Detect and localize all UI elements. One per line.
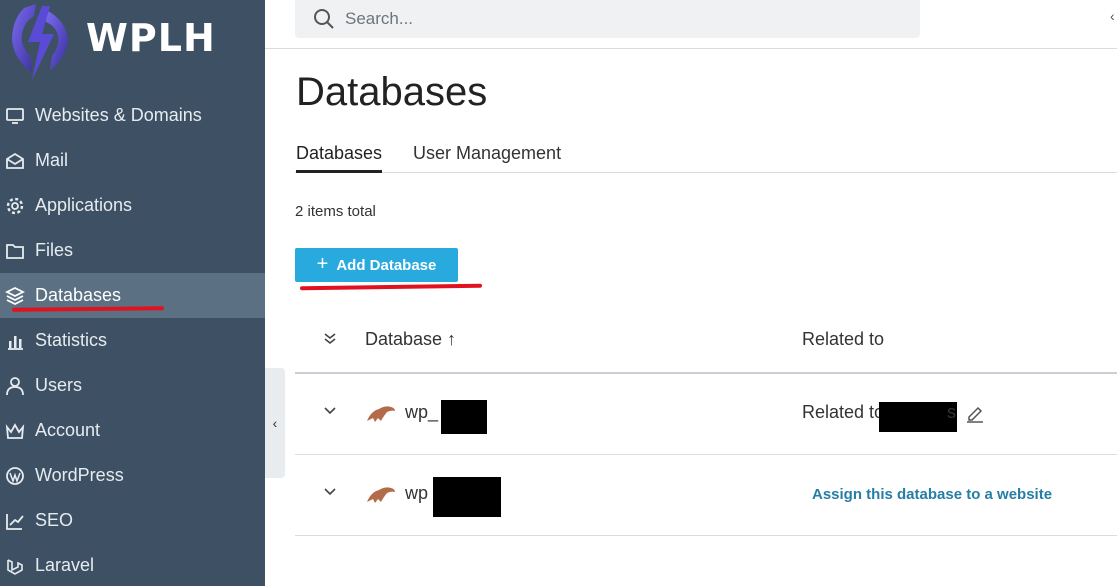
sidebar-item-label: SEO xyxy=(35,510,74,530)
sidebar-collapse-button[interactable]: ‹ xyxy=(265,368,285,478)
sidebar-item-label: Websites & Domains xyxy=(35,105,202,125)
sidebar-item-label: Users xyxy=(35,375,83,395)
layers-icon xyxy=(5,286,25,306)
brand-logo[interactable]: WPLH xyxy=(6,0,256,86)
brand-name: WPLH xyxy=(86,16,216,60)
tab-user-management[interactable]: User Management xyxy=(413,143,561,170)
bar-chart-icon xyxy=(5,331,25,351)
mariadb-seal-icon xyxy=(367,487,395,503)
table-row: wp Assign this database to a website xyxy=(295,455,1117,536)
crown-icon xyxy=(5,421,25,441)
chevron-left-icon: ‹ xyxy=(272,415,278,431)
chevron-down-icon[interactable] xyxy=(323,404,337,418)
tab-databases[interactable]: Databases xyxy=(296,143,383,173)
redaction-mark xyxy=(879,402,957,432)
column-header-database[interactable]: Database ↑ xyxy=(365,329,456,350)
gear-icon xyxy=(5,196,25,216)
search-placeholder: Search... xyxy=(345,9,414,28)
monitor-icon xyxy=(5,106,25,126)
table-header: Database ↑ Related to xyxy=(295,310,1117,374)
sidebar-item-label: Mail xyxy=(35,150,69,170)
expand-all-icon[interactable] xyxy=(323,332,337,346)
tab-bar: Databases User Management xyxy=(295,143,1117,173)
sidebar-item-label: WordPress xyxy=(35,465,124,485)
sidebar-item-label: Account xyxy=(35,420,101,440)
seo-icon xyxy=(5,511,25,531)
sidebar-item-wordpress[interactable]: WordPress xyxy=(0,453,265,498)
plus-icon: + xyxy=(316,252,329,275)
mariadb-seal-icon xyxy=(367,406,395,422)
related-to-text: Related to xyxy=(802,402,885,422)
add-database-label: Add Database xyxy=(336,256,437,274)
sidebar-item-users[interactable]: Users xyxy=(0,363,265,408)
sidebar-item-label: Applications xyxy=(35,195,133,215)
redaction-mark xyxy=(433,477,501,517)
sidebar-item-account[interactable]: Account xyxy=(0,408,265,453)
chevron-down-icon[interactable] xyxy=(323,485,337,499)
sidebar-item-statistics[interactable]: Statistics xyxy=(0,318,265,363)
sidebar-item-label: Files xyxy=(35,240,74,260)
search-input[interactable]: Search... xyxy=(295,0,920,38)
database-name[interactable]: wp xyxy=(405,483,428,504)
related-to-suffix: s xyxy=(947,402,956,422)
sidebar-item-label: Databases xyxy=(35,285,122,305)
wordpress-icon xyxy=(5,466,25,486)
redaction-mark xyxy=(441,400,487,434)
sidebar-item-applications[interactable]: Applications xyxy=(0,183,265,228)
header-overflow-chevron-icon[interactable]: ‹ xyxy=(1110,8,1115,24)
database-name[interactable]: wp_ xyxy=(405,402,438,423)
sidebar-item-label: Statistics xyxy=(35,330,108,350)
sidebar-item-files[interactable]: Files xyxy=(0,228,265,273)
sidebar-item-seo[interactable]: SEO xyxy=(0,498,265,543)
brand-bolt-icon xyxy=(12,4,68,80)
sidebar-nav: Websites & Domains Mail Applications Fil… xyxy=(0,93,265,586)
table-row: wp_ Related to s xyxy=(295,374,1117,455)
sidebar-item-label: Laravel xyxy=(35,555,95,575)
assign-database-link[interactable]: Assign this database to a website xyxy=(812,486,1052,503)
sidebar-item-mail[interactable]: Mail xyxy=(0,138,265,183)
user-icon xyxy=(5,376,25,396)
search-icon xyxy=(314,9,334,29)
mail-icon xyxy=(5,151,25,171)
header-divider xyxy=(265,48,1117,49)
add-database-button[interactable]: + Add Database xyxy=(295,248,458,282)
sidebar-item-laravel[interactable]: Laravel xyxy=(0,543,265,586)
items-total-count: 2 items total xyxy=(295,203,376,220)
column-header-related-to: Related to xyxy=(802,329,885,349)
page-title: Databases xyxy=(296,70,488,114)
folder-icon xyxy=(5,241,25,261)
laravel-icon xyxy=(5,556,25,576)
databases-table: Database ↑ Related to wp_ Related to s w… xyxy=(295,310,1117,536)
annotation-underline-add-database xyxy=(299,283,483,291)
sidebar-item-websites-domains[interactable]: Websites & Domains xyxy=(0,93,265,138)
edit-pencil-icon[interactable] xyxy=(965,404,985,424)
sidebar: WPLH Websites & Domains Mail Application… xyxy=(0,0,265,586)
